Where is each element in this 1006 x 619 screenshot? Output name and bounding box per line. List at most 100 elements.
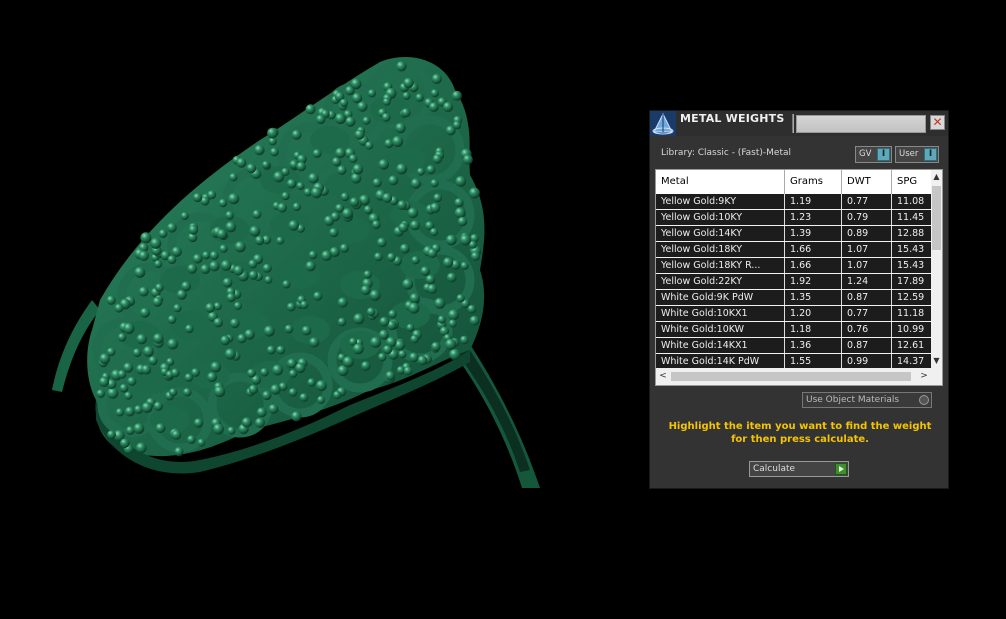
- bead: [225, 210, 235, 220]
- bead: [417, 355, 428, 366]
- bead: [127, 376, 137, 386]
- close-button[interactable]: ✕: [930, 115, 945, 130]
- table-row[interactable]: Yellow Gold:9KY 1.19 0.77 11.08: [656, 194, 931, 210]
- bead: [115, 408, 125, 417]
- cell-spg: 11.08: [897, 196, 925, 207]
- scroll-right-icon[interactable]: >: [917, 368, 931, 385]
- bead: [362, 116, 371, 125]
- bead: [99, 376, 110, 387]
- bead: [309, 337, 320, 348]
- bead: [469, 315, 480, 326]
- vertical-scrollbar[interactable]: ▲ ▼: [931, 170, 942, 368]
- user-library-button[interactable]: User I: [895, 146, 939, 163]
- bead: [210, 361, 222, 373]
- bead: [218, 198, 228, 208]
- panel-titlebar[interactable]: METAL WEIGHTS ✕: [650, 111, 948, 136]
- bead: [213, 317, 223, 328]
- 3d-viewport[interactable]: [0, 0, 640, 619]
- bead: [264, 275, 273, 284]
- bead: [315, 380, 327, 392]
- cell-grams: 1.55: [785, 354, 842, 368]
- bead: [262, 160, 270, 169]
- bead: [357, 101, 368, 112]
- scroll-up-icon[interactable]: ▲: [931, 170, 942, 184]
- bead: [138, 250, 149, 261]
- bead: [268, 404, 279, 414]
- bead: [367, 89, 376, 98]
- bead: [256, 407, 267, 418]
- metal-table: Metal Grams DWT SPG Yellow Gold:9KY 1.19 0…: [655, 169, 943, 386]
- bead: [427, 248, 438, 259]
- bead: [123, 322, 135, 334]
- bead: [167, 255, 177, 264]
- column-header-metal[interactable]: Metal: [656, 170, 785, 194]
- table-row[interactable]: White Gold:9K PdW 1.35 0.87 12.59: [656, 290, 931, 306]
- bead: [288, 220, 300, 231]
- horizontal-scroll-thumb[interactable]: [671, 372, 911, 381]
- app-logo-icon: [650, 111, 676, 136]
- table-row[interactable]: Yellow Gold:10KY 1.23 0.79 11.45: [656, 210, 931, 226]
- bead: [114, 303, 124, 313]
- bead: [237, 333, 247, 344]
- column-header-spg[interactable]: SPG: [892, 170, 932, 194]
- scroll-left-icon[interactable]: <: [656, 368, 670, 385]
- bead: [363, 270, 372, 279]
- bead: [361, 361, 371, 371]
- bead: [192, 253, 203, 264]
- column-header-dwt[interactable]: DWT: [842, 170, 892, 194]
- bead: [154, 260, 163, 268]
- table-row[interactable]: Yellow Gold:22KY 1.92 1.24 17.89: [656, 274, 931, 290]
- play-arrow-icon: [835, 463, 847, 475]
- title-separator: [792, 114, 794, 133]
- table-row[interactable]: Yellow Gold:18KY R... 1.66 1.07 15.43: [656, 258, 931, 274]
- bead: [209, 251, 219, 260]
- table-row[interactable]: White Gold:14KX1 1.36 0.87 12.61: [656, 338, 931, 354]
- bead: [430, 179, 439, 188]
- calculate-button[interactable]: Calculate: [749, 461, 849, 477]
- cell-spg: 14.37: [897, 356, 925, 367]
- bead: [369, 289, 381, 301]
- gv-library-button[interactable]: GV I: [855, 146, 892, 163]
- vertical-scroll-thumb[interactable]: [932, 186, 941, 250]
- bead: [158, 229, 168, 239]
- bead: [411, 256, 420, 265]
- bead: [270, 147, 279, 157]
- table-row[interactable]: Yellow Gold:14KY 1.39 0.89 12.88: [656, 226, 931, 242]
- bead: [248, 270, 258, 280]
- bead: [470, 251, 481, 261]
- bead: [202, 251, 211, 260]
- bead: [222, 277, 233, 288]
- bead: [276, 236, 285, 245]
- bead: [429, 102, 439, 112]
- bead: [155, 423, 166, 434]
- bead: [363, 205, 373, 215]
- bead: [247, 368, 256, 378]
- table-row[interactable]: White Gold:10KX1 1.20 0.77 11.18: [656, 306, 931, 322]
- bead: [219, 244, 228, 253]
- bead: [388, 175, 399, 186]
- bead: [288, 388, 298, 397]
- bead: [169, 388, 178, 397]
- library-label: Library: Classic - (Fast)-Metal: [661, 148, 792, 158]
- table-row[interactable]: White Gold:14K PdW 1.55 0.99 14.37: [656, 354, 931, 368]
- cell-spg: 11.45: [897, 212, 925, 223]
- bead: [330, 212, 340, 222]
- cell-metal: Yellow Gold:18KY: [656, 242, 785, 257]
- horizontal-scrollbar[interactable]: < >: [656, 368, 931, 385]
- bead: [260, 367, 269, 377]
- title-drag-area[interactable]: [796, 115, 926, 133]
- column-header-grams[interactable]: Grams: [785, 170, 842, 194]
- bead: [462, 154, 473, 165]
- bead: [119, 383, 129, 393]
- bead: [236, 157, 247, 168]
- table-row[interactable]: Yellow Gold:18KY 1.66 1.07 15.43: [656, 242, 931, 258]
- bead: [365, 141, 374, 150]
- bead: [141, 402, 153, 413]
- scroll-down-icon[interactable]: ▼: [931, 354, 942, 368]
- bead: [171, 368, 180, 378]
- scrollbar-corner: [931, 368, 942, 385]
- table-row[interactable]: White Gold:10KW 1.18 0.76 10.99: [656, 322, 931, 338]
- use-object-materials-toggle[interactable]: Use Object Materials: [802, 392, 932, 408]
- bead: [379, 316, 390, 327]
- bead: [132, 348, 142, 358]
